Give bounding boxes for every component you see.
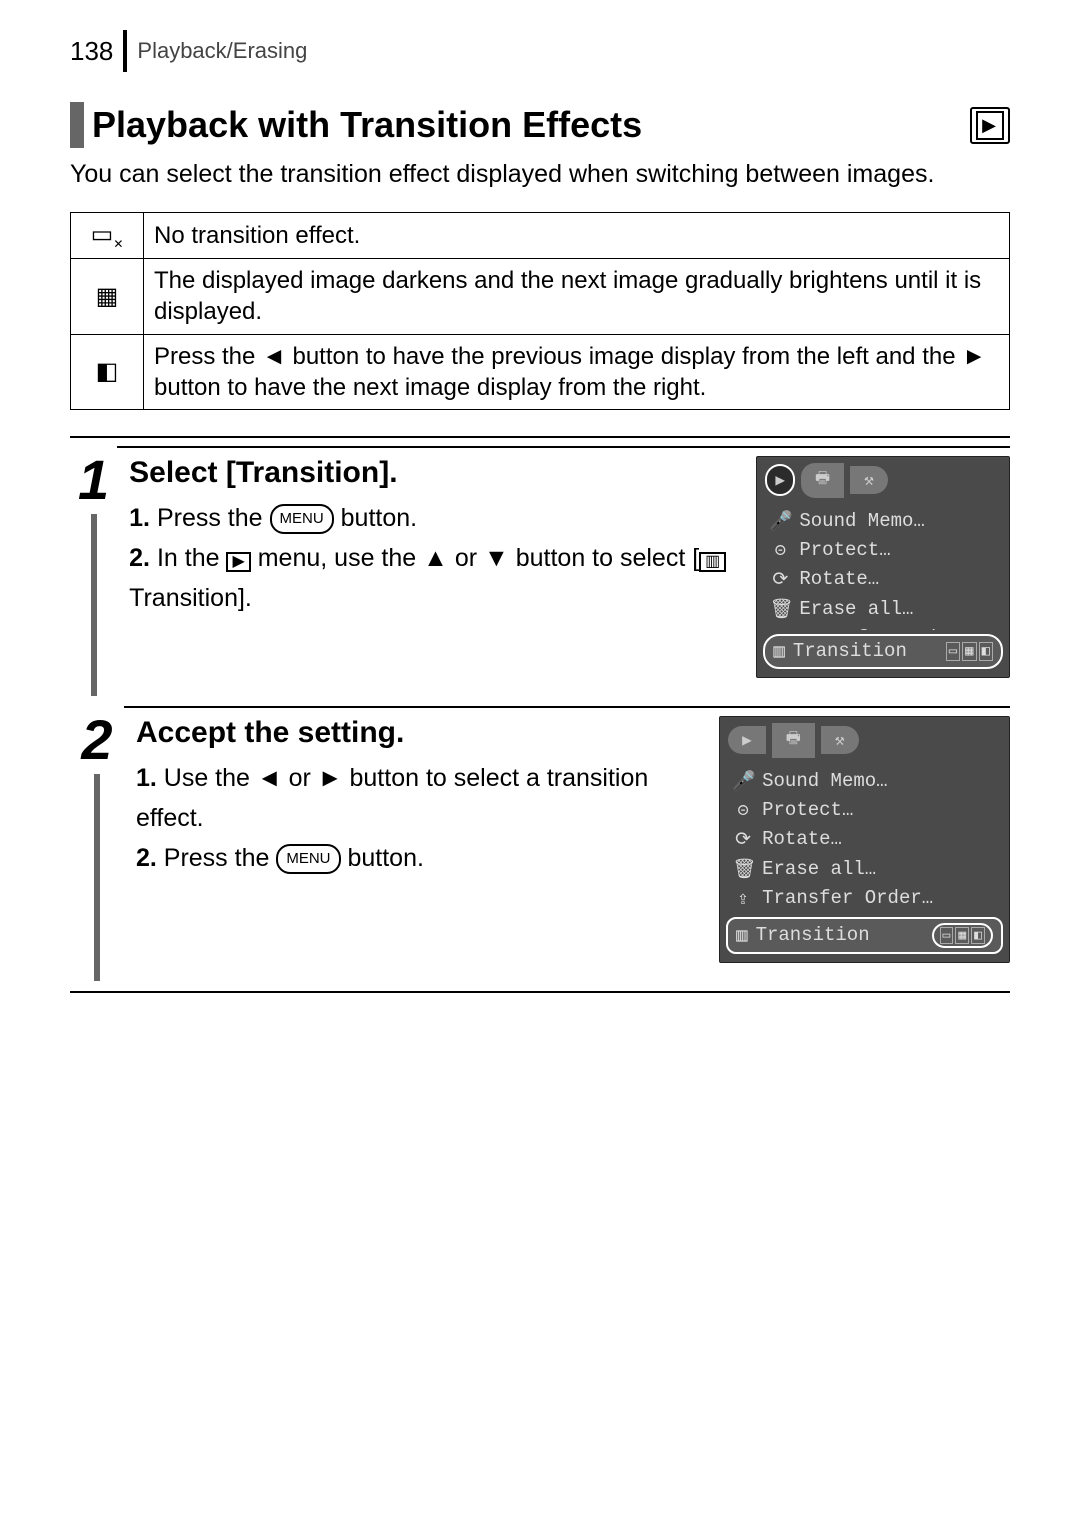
no-transition-icon: ▭✕ xyxy=(71,212,144,258)
camera-menu-screenshot-2: ▶ 🖶 ⚒ 🎤Sound Memo… ⊝Protect… ⟳Rotate… 🗑E… xyxy=(719,716,1010,963)
camera-menu-tabs: ▶ 🖶 ⚒ xyxy=(757,457,1009,504)
tab-playback-icon: ▶ xyxy=(765,464,795,496)
header-divider xyxy=(123,30,127,72)
menu-item-rotate: ⟳Rotate… xyxy=(728,825,1001,854)
step-1-instructions: 1. Press the MENU button. 2. In the ▶ me… xyxy=(129,498,738,618)
arrow-down-icon: ▼ xyxy=(484,544,509,572)
menu-item-sound-memo: 🎤Sound Memo… xyxy=(765,506,1001,536)
menu-item-transition-selected: ▥ Transition ▭▦◧ xyxy=(726,917,1003,954)
menu-item-erase-all: 🗑Erase all… xyxy=(728,854,1001,884)
step-2-number: 2 xyxy=(81,712,112,768)
menu-item-protect: ⊝Protect… xyxy=(765,536,1001,565)
step-1-number: 1 xyxy=(78,452,109,508)
arrow-right-icon: ► xyxy=(962,343,986,370)
step-accent-bar xyxy=(91,514,97,696)
step-1-title: Select [Transition]. xyxy=(129,456,738,490)
arrow-right-icon: ► xyxy=(318,764,343,792)
menu-item-transfer-order: ⇪Transfer Order… xyxy=(765,624,1001,630)
fade-transition-icon: ▦ xyxy=(71,259,144,334)
transition-icon: ▥ xyxy=(699,552,726,572)
no-transition-desc: No transition effect. xyxy=(144,212,1010,258)
camera-menu-tabs: ▶ 🖶 ⚒ xyxy=(720,717,1009,764)
menu-item-rotate: ⟳Rotate… xyxy=(765,565,1001,594)
section-intro: You can select the transition effect dis… xyxy=(70,158,1010,192)
step-2-instructions: 1. Use the ◄ or ► button to select a tra… xyxy=(136,758,701,878)
tab-print-icon: 🖶 xyxy=(772,723,815,758)
tab-playback-icon: ▶ xyxy=(728,726,766,754)
menu-item-erase-all: 🗑Erase all… xyxy=(765,594,1001,624)
page-header: 138 Playback/Erasing xyxy=(70,30,1010,72)
tab-tools-icon: ⚒ xyxy=(821,726,859,754)
effects-table: ▭✕ No transition effect. ▦ The displayed… xyxy=(70,212,1010,410)
section-title-row: Playback with Transition Effects ▶ xyxy=(70,102,1010,148)
tab-print-icon: 🖶 xyxy=(801,463,844,498)
page-number: 138 xyxy=(70,36,113,67)
menu-item-transfer-order: ⇪Transfer Order… xyxy=(728,884,1001,913)
section-title: Playback with Transition Effects xyxy=(92,104,970,146)
transition-options-selector: ▭▦◧ xyxy=(932,923,993,948)
end-divider xyxy=(70,991,1010,993)
breadcrumb: Playback/Erasing xyxy=(137,38,307,64)
step-2-title: Accept the setting. xyxy=(136,716,701,750)
camera-menu-screenshot-1: ▶ 🖶 ⚒ 🎤Sound Memo… ⊝Protect… ⟳Rotate… 🗑E… xyxy=(756,456,1010,678)
slide-transition-desc: Press the ◄ button to have the previous … xyxy=(144,334,1010,409)
step-divider xyxy=(70,436,1010,438)
tab-tools-icon: ⚒ xyxy=(850,466,888,494)
playback-menu-icon: ▶ xyxy=(226,552,250,572)
title-accent-bar xyxy=(70,102,84,148)
arrow-left-icon: ◄ xyxy=(262,343,292,370)
arrow-up-icon: ▲ xyxy=(423,544,448,572)
menu-item-transition-selected: ▥ Transition ▭▦◧ xyxy=(763,634,1003,669)
playback-mode-icon: ▶ xyxy=(970,107,1010,144)
step-1: 1 Select [Transition]. 1. Press the MENU… xyxy=(70,446,1010,696)
menu-button-icon: MENU xyxy=(276,844,340,874)
fade-transition-desc: The displayed image darkens and the next… xyxy=(144,259,1010,334)
slide-transition-icon: ◧ xyxy=(71,334,144,409)
step-accent-bar xyxy=(94,774,100,981)
menu-item-sound-memo: 🎤Sound Memo… xyxy=(728,766,1001,796)
arrow-left-icon: ◄ xyxy=(257,764,282,792)
menu-item-protect: ⊝Protect… xyxy=(728,796,1001,825)
menu-button-icon: MENU xyxy=(270,504,334,534)
step-2: 2 Accept the setting. 1. Use the ◄ or ► … xyxy=(70,706,1010,981)
